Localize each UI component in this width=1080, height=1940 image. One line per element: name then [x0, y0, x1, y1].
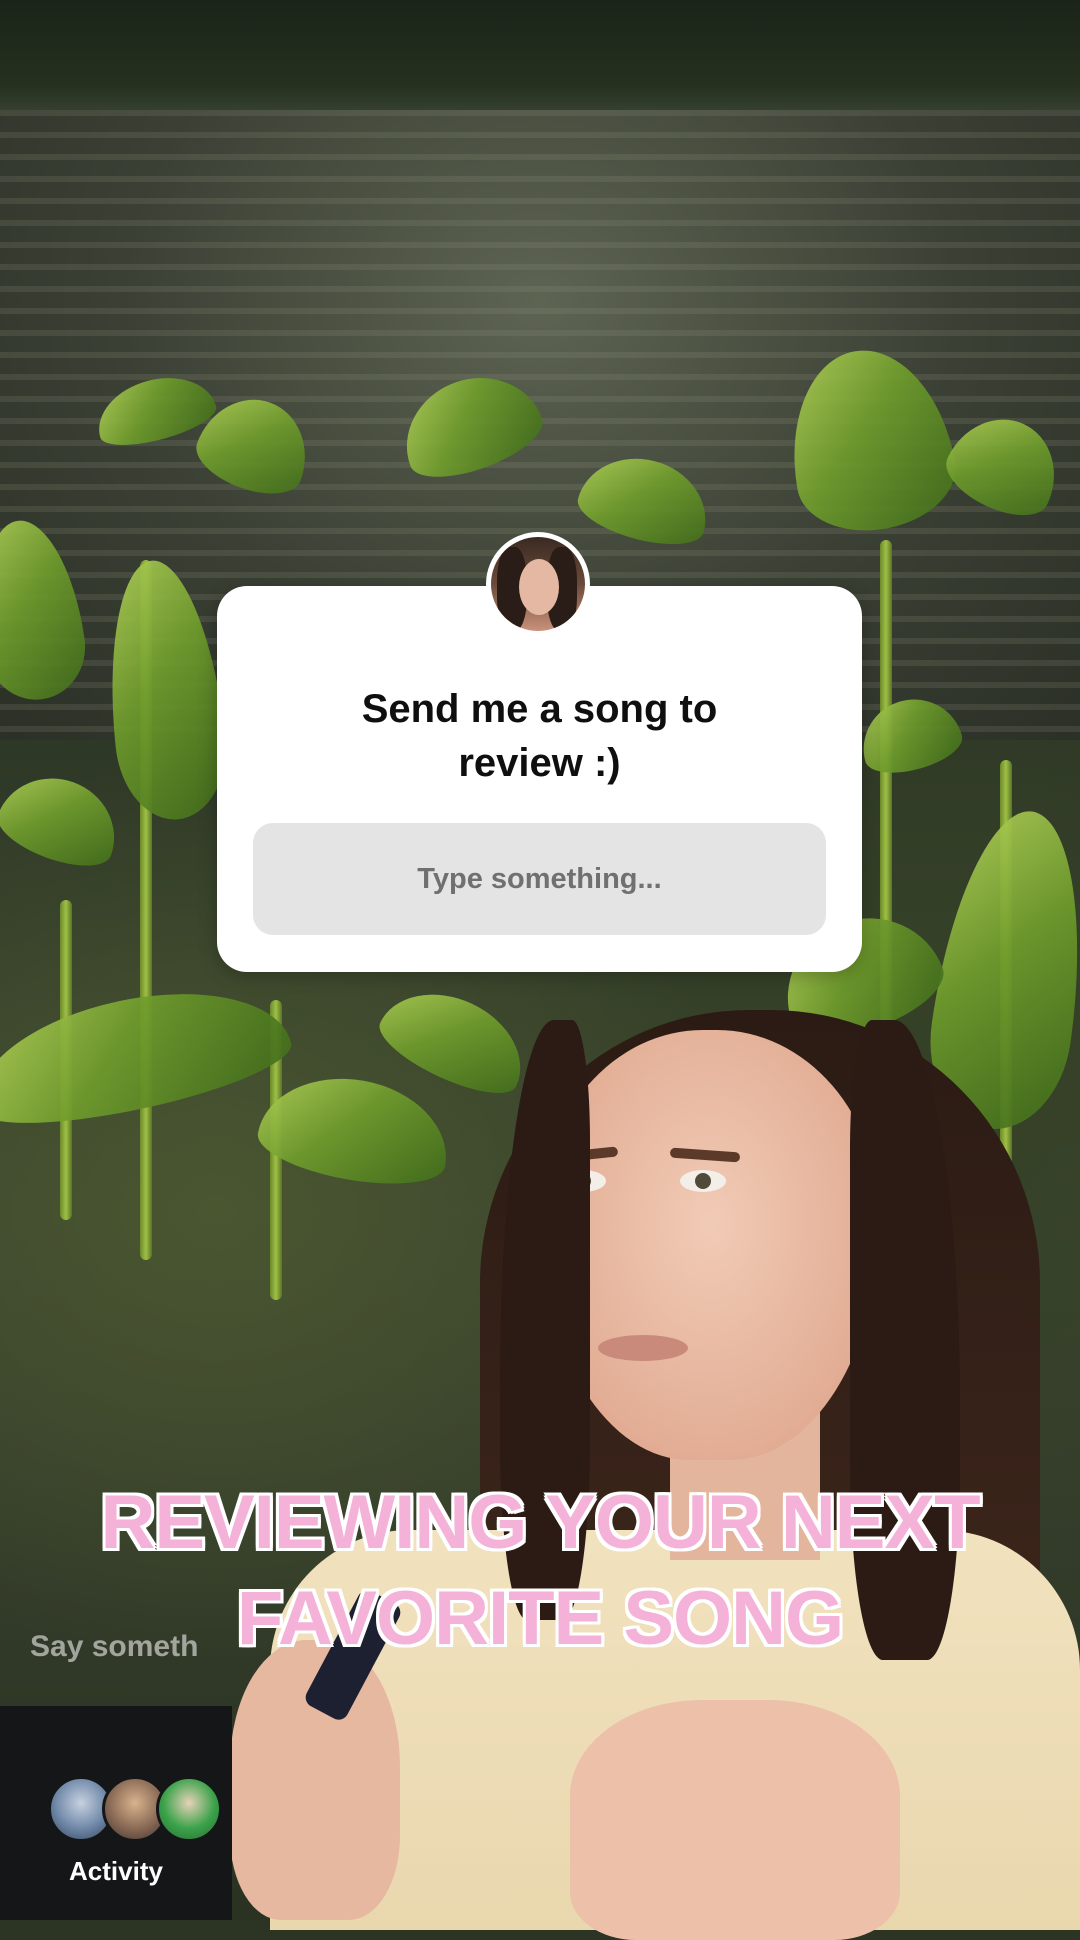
question-sticker[interactable]: Send me a song to review :) Type somethi…	[217, 586, 862, 972]
creator-face	[540, 1030, 880, 1460]
creator-eye	[680, 1170, 726, 1192]
creator-person	[230, 1000, 1080, 1940]
creator-hand	[570, 1700, 900, 1940]
creator-lips	[598, 1335, 688, 1361]
activity-button[interactable]: Activity	[0, 1706, 232, 1920]
activity-avatar-stack	[48, 1776, 222, 1842]
sticker-avatar	[486, 532, 590, 636]
question-text: Send me a song to review :)	[361, 687, 718, 785]
viewer-avatar	[156, 1776, 222, 1842]
profile-photo	[491, 537, 585, 631]
answer-input[interactable]: Type something...	[253, 823, 826, 935]
tree-line	[0, 0, 1080, 120]
activity-label: Activity	[69, 1856, 163, 1886]
video-caption: REVIEWING YOUR NEXT FAVORITE SONG	[100, 1480, 980, 1661]
